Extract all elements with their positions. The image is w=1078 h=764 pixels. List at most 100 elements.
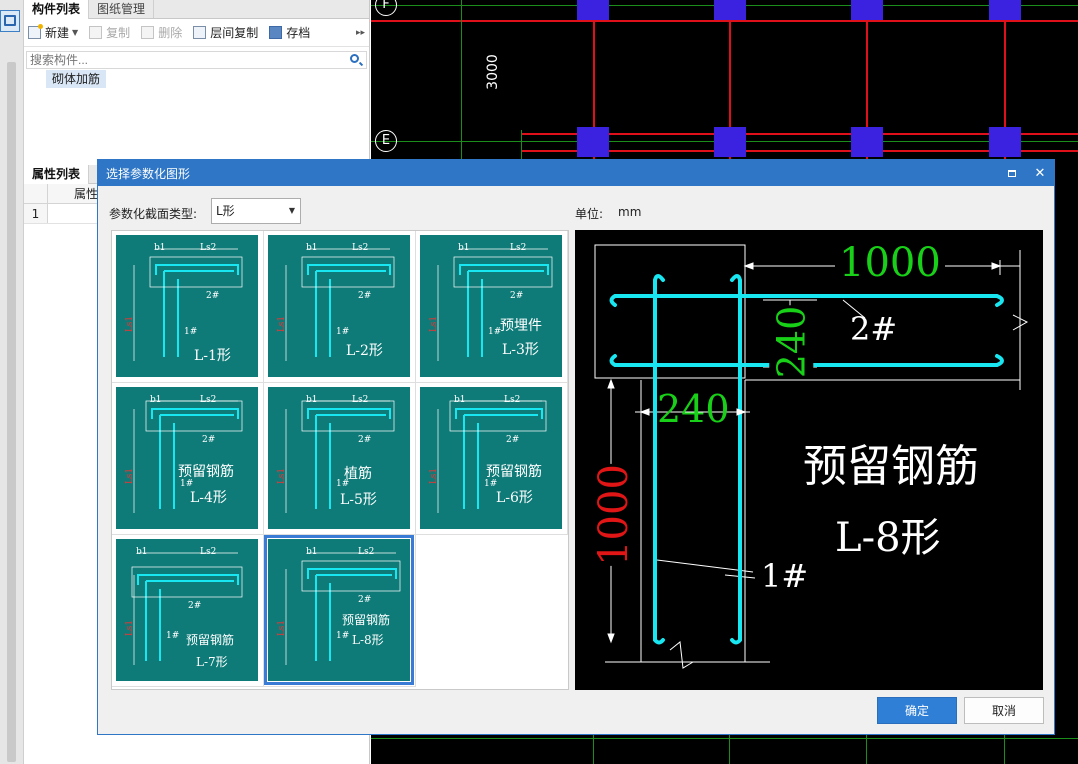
column-block[interactable] <box>989 0 1021 20</box>
ls2-label: Ls2 <box>358 547 375 557</box>
dimension-left: 1000 <box>590 464 637 566</box>
chevron-down-icon: ▼ <box>72 28 79 37</box>
shape-thumbnail-3[interactable]: b1 Ls2 2# 1# Ls1 预埋件 L-3形 <box>420 235 562 377</box>
axis-line <box>729 730 730 764</box>
thumbnail-cell: b1 Ls2 2# 1# Ls1 预留钢筋 L-8形 <box>264 535 416 687</box>
thumbnail-caption: 预埋件 <box>500 318 542 334</box>
thumbnail-caption: L-4形 <box>190 490 227 506</box>
section-type-select[interactable]: L形 ▼ <box>211 198 301 224</box>
column-block[interactable] <box>989 127 1021 157</box>
axis-bubble-e: E <box>375 130 397 152</box>
thumbnail-caption: L-6形 <box>496 490 533 506</box>
toolbar-overflow-icon[interactable]: ▸▸ <box>356 28 365 38</box>
thumbnail-drawing <box>133 400 243 513</box>
ls2-label: Ls2 <box>200 243 217 253</box>
list-item[interactable]: 砌体加筋 <box>46 70 107 88</box>
b1-label: b1 <box>454 395 466 405</box>
tab-drawing-management[interactable]: 图纸管理 <box>89 0 155 18</box>
dimension-top: 1000 <box>835 240 945 286</box>
thumbnail-caption: L-7形 <box>196 655 228 669</box>
b1-label: b1 <box>154 243 166 253</box>
thumbnail-drawing <box>437 248 553 361</box>
delete-icon <box>141 26 155 39</box>
section-type-label: 参数化截面类型: <box>109 207 198 221</box>
shape-thumbnail-2[interactable]: b1 Ls2 2# 1# Ls1 L-2形 <box>268 235 410 377</box>
thumbnail-caption: L-1形 <box>194 348 231 364</box>
dialog-title: 选择参数化图形 <box>106 166 191 181</box>
ls1-label: Ls1 <box>429 315 440 333</box>
beam-line <box>371 20 1078 22</box>
bar2-label: 2# <box>850 310 898 348</box>
vertical-scrollbar[interactable] <box>7 62 16 762</box>
thumbnail-drawing <box>131 552 243 665</box>
left-strip <box>0 0 24 764</box>
thumbnail-caption: 预留钢筋 <box>186 633 235 647</box>
component-toolbar: 新建 ▼ 复制 删除 层间复制 存档 ▸▸ <box>24 19 369 47</box>
tab-component-list[interactable]: 构件列表 <box>24 0 90 19</box>
bar2-label: 2# <box>506 435 520 445</box>
column-block[interactable] <box>577 0 609 20</box>
ls2-label: Ls2 <box>352 395 369 405</box>
shape-thumbnail-1[interactable]: b1 Ls2 2# 1# Ls1 L-1形 <box>116 235 258 377</box>
cancel-button[interactable]: 取消 <box>964 697 1044 724</box>
copy-icon <box>89 26 103 39</box>
column-block[interactable] <box>714 127 746 157</box>
thumbnail-cell: b1 Ls2 2# 1# Ls1 植筋 L-5形 <box>264 383 416 535</box>
bar2-label: 2# <box>358 291 372 301</box>
archive-label: 存档 <box>286 26 311 40</box>
bar2-label: 2# <box>358 435 372 445</box>
new-button[interactable]: 新建 ▼ <box>28 24 78 41</box>
tab-property-list[interactable]: 属性列表 <box>24 165 90 184</box>
search-input[interactable] <box>27 52 327 68</box>
ls1-label: Ls1 <box>277 619 288 637</box>
maximize-icon <box>1008 169 1016 177</box>
floor-copy-icon <box>193 26 207 39</box>
thumbnail-cell: b1 Ls2 2# 1# Ls1 预留钢筋 L-6形 <box>416 383 568 535</box>
ls1-label: Ls1 <box>277 315 288 333</box>
b1-label: b1 <box>150 395 162 405</box>
bar1-label: 1# <box>336 631 350 641</box>
shape-picker-dialog: 选择参数化图形 ✕ 参数化截面类型: L形 ▼ 单位: mm b1 Ls2 2# 1#… <box>97 159 1055 735</box>
section-type-value: L形 <box>216 204 235 218</box>
shape-thumbnail-8[interactable]: b1 Ls2 2# 1# Ls1 预留钢筋 L-8形 <box>264 535 414 685</box>
thumbnail-drawing <box>285 248 395 361</box>
shape-thumbnail-4[interactable]: b1 Ls2 2# 1# Ls1 预留钢筋 L-4形 <box>116 387 258 529</box>
axis-bubble-f: F <box>375 0 397 16</box>
archive-button[interactable]: 存档 <box>269 24 310 41</box>
dimension-line <box>461 0 462 160</box>
floor-copy-button[interactable]: 层间复制 <box>193 24 258 41</box>
column-block[interactable] <box>851 0 883 20</box>
thumbnail-caption: L-2形 <box>346 343 383 359</box>
shape-thumbnail-6[interactable]: b1 Ls2 2# 1# Ls1 预留钢筋 L-6形 <box>420 387 562 529</box>
component-tabbar: 构件列表 图纸管理 <box>24 0 369 19</box>
column-block[interactable] <box>851 127 883 157</box>
bar1-label: 1# <box>184 327 198 337</box>
thumbnail-caption: L-8形 <box>352 633 384 647</box>
search-icon[interactable] <box>350 54 359 63</box>
column-block[interactable] <box>577 127 609 157</box>
panel-toggle-button[interactable] <box>0 10 20 32</box>
confirm-button[interactable]: 确定 <box>877 697 957 724</box>
delete-button[interactable]: 删除 <box>141 24 182 41</box>
dimension-label: 3000 <box>484 54 501 90</box>
preview-subtitle: L-8形 <box>835 515 941 561</box>
close-button[interactable]: ✕ <box>1026 160 1054 186</box>
b1-label: b1 <box>458 243 470 253</box>
thumbnail-caption: 预留钢筋 <box>178 464 234 480</box>
chevron-down-icon: ▼ <box>288 206 295 215</box>
axis-line <box>593 730 594 764</box>
ls2-label: Ls2 <box>510 243 527 253</box>
maximize-button[interactable] <box>998 160 1026 186</box>
unit-label: 单位: <box>575 207 604 221</box>
dialog-titlebar[interactable]: 选择参数化图形 ✕ <box>98 160 1054 186</box>
shape-thumbnail-5[interactable]: b1 Ls2 2# 1# Ls1 植筋 L-5形 <box>268 387 410 529</box>
b1-label: b1 <box>306 395 318 405</box>
thumbnail-caption: 预留钢筋 <box>342 613 391 627</box>
copy-button[interactable]: 复制 <box>89 24 130 41</box>
dimension-thickness: 240 <box>769 305 814 379</box>
column-block[interactable] <box>714 0 746 20</box>
thumbnail-drawing <box>285 400 395 513</box>
ls1-label: Ls1 <box>125 467 136 485</box>
shape-thumbnail-7[interactable]: b1 Ls2 2# 1# Ls1 预留钢筋 L-7形 <box>116 539 258 681</box>
ls1-label: Ls1 <box>125 315 136 333</box>
